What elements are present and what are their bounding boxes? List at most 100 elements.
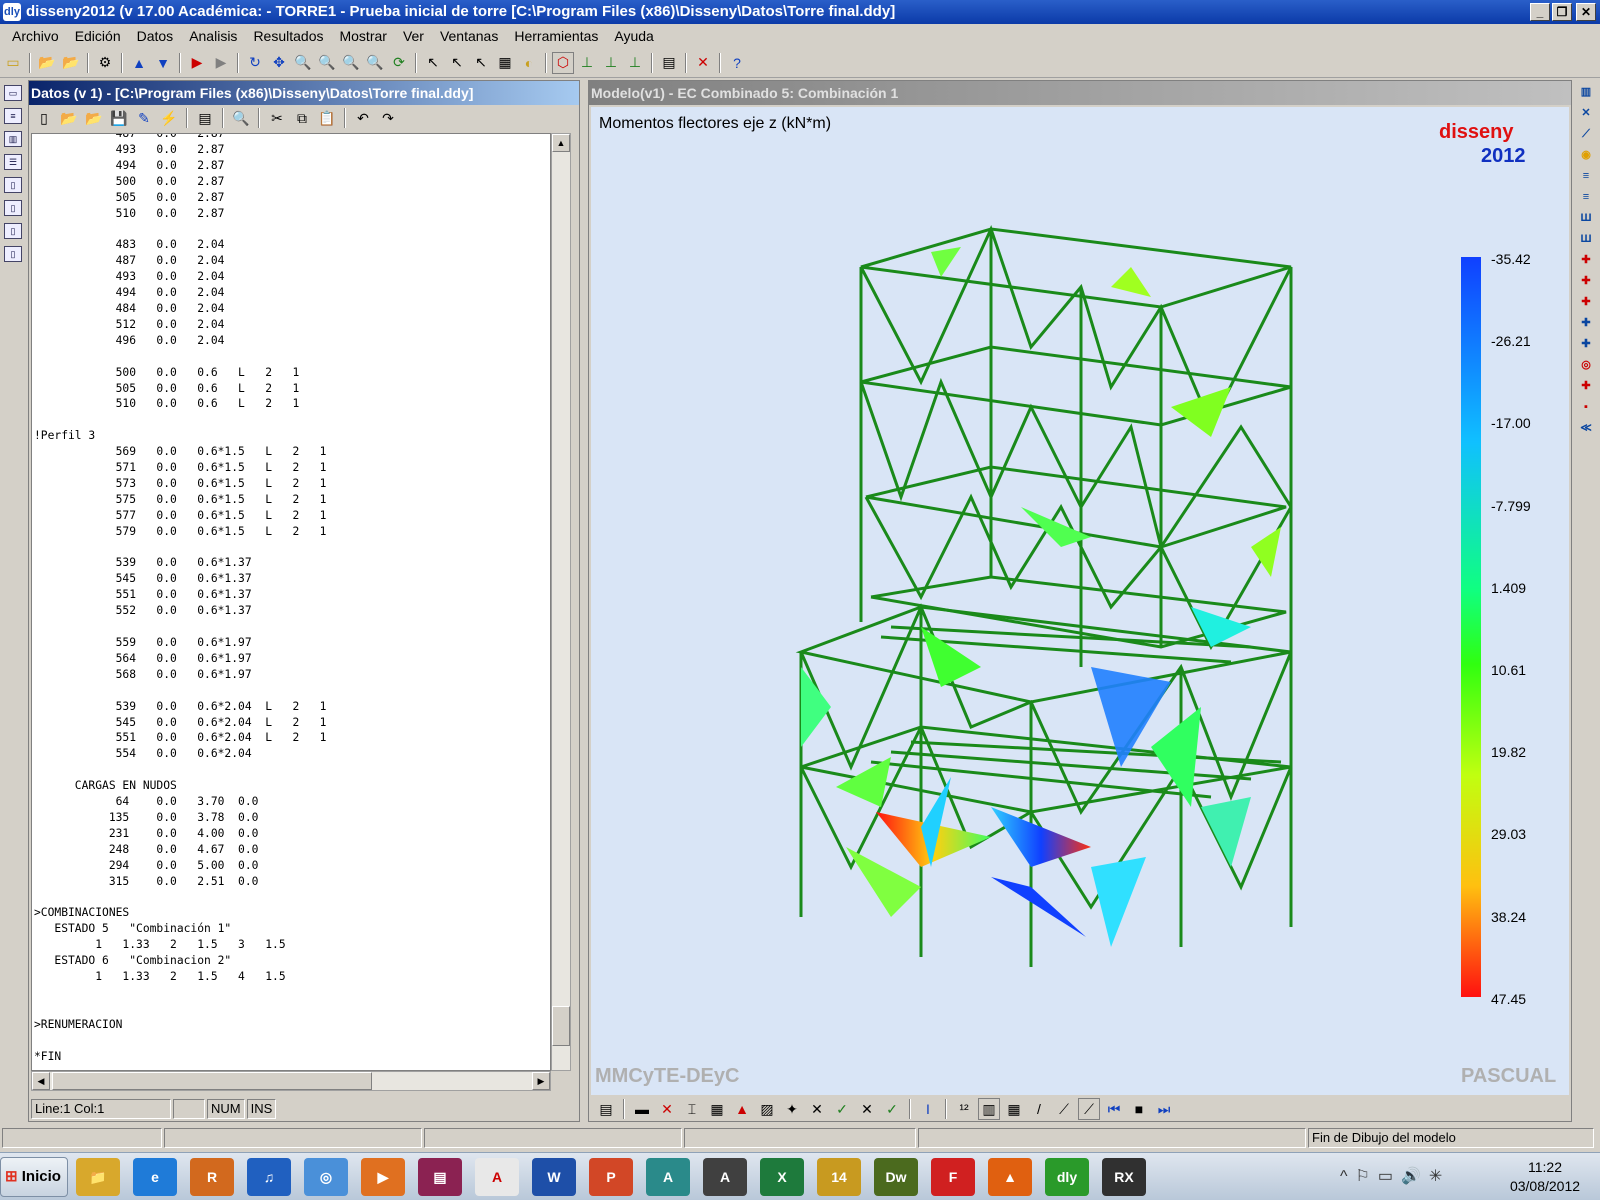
horizontal-scrollbar[interactable]: ◀ ▶: [31, 1071, 551, 1091]
minimize-button[interactable]: _: [1530, 3, 1550, 21]
node5-icon[interactable]: ✚: [1576, 336, 1596, 352]
axis-yz-icon[interactable]: ⊥: [624, 52, 646, 74]
section-icon[interactable]: I: [917, 1098, 939, 1120]
up-green-icon[interactable]: ▲: [731, 1098, 753, 1120]
print-icon[interactable]: ▤: [658, 52, 680, 74]
menu-analisis[interactable]: Analisis: [181, 28, 245, 44]
vertical-scrollbar[interactable]: ▲: [551, 133, 571, 1071]
rotate-icon[interactable]: ↻: [244, 52, 266, 74]
pen-icon[interactable]: /: [1028, 1098, 1050, 1120]
redo-icon[interactable]: ↷: [377, 107, 399, 129]
menu-herramientas[interactable]: Herramientas: [506, 28, 606, 44]
node3-icon[interactable]: ✚: [1576, 294, 1596, 310]
rewind-icon[interactable]: ⏮: [1103, 1098, 1125, 1120]
view-3d-icon[interactable]: ⬡: [552, 51, 574, 74]
taskbar-app-autocad-a[interactable]: A: [646, 1158, 690, 1196]
taskbar-app-winrar[interactable]: ▤: [418, 1158, 462, 1196]
zoom-icon[interactable]: 🔍: [292, 52, 314, 74]
scroll-thumb[interactable]: [552, 1006, 570, 1046]
maximize-button[interactable]: ❐: [1552, 3, 1572, 21]
taskbar-app-remote[interactable]: R: [190, 1158, 234, 1196]
axis-icon[interactable]: ✦: [781, 1098, 803, 1120]
load-icon[interactable]: ▨: [756, 1098, 778, 1120]
taskbar-app-acrobat[interactable]: A: [475, 1158, 519, 1196]
arrow-down-icon[interactable]: ▼: [152, 52, 174, 74]
app-icon[interactable]: dly: [3, 3, 21, 21]
support-icon[interactable]: ≪: [1576, 420, 1596, 436]
menu-edicion[interactable]: Edición: [67, 28, 129, 44]
scroll-left-icon[interactable]: ◀: [32, 1072, 50, 1090]
close-button[interactable]: ✕: [1576, 3, 1596, 21]
cross-icon[interactable]: ✕: [806, 1098, 828, 1120]
node-icon[interactable]: ✚: [1576, 252, 1596, 268]
frame-icon[interactable]: Ш: [1576, 210, 1596, 226]
open2-icon[interactable]: 📂: [83, 107, 105, 129]
truck-icon[interactable]: ▬: [631, 1098, 653, 1120]
new-icon[interactable]: ▯: [33, 107, 55, 129]
rows-icon[interactable]: ☰: [4, 154, 22, 170]
taskbar-app-disseny[interactable]: dly: [1045, 1158, 1089, 1196]
scroll-up-icon[interactable]: ▲: [552, 134, 570, 152]
open-icon[interactable]: 📂: [58, 107, 80, 129]
tray-icons[interactable]: ^⚐▭🔊✳: [1340, 1166, 1450, 1186]
taskbar-app-matlab[interactable]: ▲: [988, 1158, 1032, 1196]
taskbar-app-cad14[interactable]: 14: [817, 1158, 861, 1196]
check-icon[interactable]: ✓: [831, 1098, 853, 1120]
document-gray-icon[interactable]: ▯: [4, 223, 22, 239]
help-icon[interactable]: ?: [726, 52, 748, 74]
taskbar-app-app-red[interactable]: F: [931, 1158, 975, 1196]
delete-icon[interactable]: ✕: [656, 1098, 678, 1120]
delete-icon[interactable]: ✕: [692, 52, 714, 74]
select-cross-icon[interactable]: ✕: [1576, 105, 1596, 121]
print-icon[interactable]: ▤: [194, 107, 216, 129]
pan-icon[interactable]: ✥: [268, 52, 290, 74]
lines2-icon[interactable]: ≡: [1576, 189, 1596, 205]
refresh-icon[interactable]: ⟳: [388, 52, 410, 74]
forward-icon[interactable]: ⏭: [1153, 1098, 1175, 1120]
calculate-icon[interactable]: ⚙: [94, 52, 116, 74]
open-file-icon[interactable]: 📂: [36, 52, 58, 74]
open-folder-icon[interactable]: ▭: [2, 52, 24, 74]
select-node-icon[interactable]: ↖: [446, 52, 468, 74]
run-red-icon[interactable]: ▶: [186, 52, 208, 74]
run-icon[interactable]: ▶: [210, 52, 232, 74]
cut-icon[interactable]: ✂: [266, 107, 288, 129]
bar-icon[interactable]: ⌶: [681, 1098, 703, 1120]
find-icon[interactable]: 🔍: [230, 107, 252, 129]
columns-icon[interactable]: ▥: [4, 131, 22, 147]
node6-icon[interactable]: ◎: [1576, 357, 1596, 373]
node8-icon[interactable]: ▪: [1576, 399, 1596, 415]
paste-icon[interactable]: 📋: [316, 107, 338, 129]
text-editor[interactable]: 487 0.0 2.87 493 0.0 2.87 494 0.0 2.87 5…: [31, 133, 551, 1071]
axis-xz-icon[interactable]: ⊥: [600, 52, 622, 74]
taskbar-clock[interactable]: 11:22 03/08/2012: [1490, 1158, 1600, 1196]
model-canvas[interactable]: Momentos flectores eje z (kN*m) disseny …: [591, 107, 1569, 1095]
grid-icon[interactable]: ▦: [706, 1098, 728, 1120]
active-diagram-icon[interactable]: ⟋: [1078, 1098, 1100, 1120]
taskbar-app-excel[interactable]: X: [760, 1158, 804, 1196]
node4-icon[interactable]: ✚: [1576, 315, 1596, 331]
open-recent-icon[interactable]: 📂: [60, 52, 82, 74]
menu-ver[interactable]: Ver: [395, 28, 432, 44]
lines-icon[interactable]: ≡: [1576, 168, 1596, 184]
undo-icon[interactable]: ↶: [352, 107, 374, 129]
taskbar-app-word[interactable]: W: [532, 1158, 576, 1196]
node2-icon[interactable]: ✚: [1576, 273, 1596, 289]
menu-resultados[interactable]: Resultados: [245, 28, 331, 44]
node7-icon[interactable]: ✚: [1576, 378, 1596, 394]
taskbar-app-autocad[interactable]: A: [703, 1158, 747, 1196]
menu-archivo[interactable]: Archivo: [4, 28, 67, 44]
check2-icon[interactable]: ✓: [881, 1098, 903, 1120]
numbering-icon[interactable]: ¹²: [953, 1098, 975, 1120]
taskbar-app-media[interactable]: ▶: [361, 1158, 405, 1196]
taskbar-app-dreamweaver[interactable]: Dw: [874, 1158, 918, 1196]
arrow-up-icon[interactable]: ▲: [128, 52, 150, 74]
document-gray2-icon[interactable]: ▯: [4, 246, 22, 262]
select-all-icon[interactable]: ◐: [518, 52, 540, 74]
select-bar-icon[interactable]: ↖: [470, 52, 492, 74]
copy-icon[interactable]: ⧉: [291, 107, 313, 129]
zoom-window-icon[interactable]: 🔍: [364, 52, 386, 74]
render-icon[interactable]: ◉: [1576, 147, 1596, 163]
window-icon[interactable]: ▭: [4, 85, 22, 101]
scroll-right-icon[interactable]: ▶: [532, 1072, 550, 1090]
